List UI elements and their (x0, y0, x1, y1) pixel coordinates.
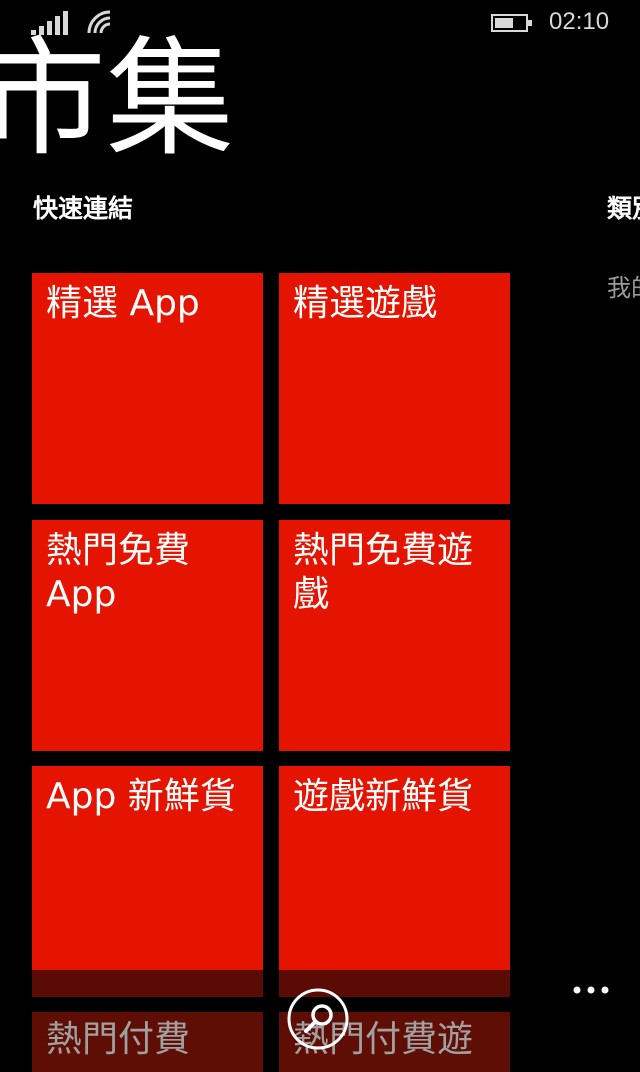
search-icon[interactable] (287, 988, 349, 1050)
more-icon[interactable] (572, 978, 612, 1002)
tile-bottom-shade (32, 970, 263, 997)
peek-item[interactable]: 我的 (607, 268, 640, 303)
tile-label: App 新鮮貨 (46, 776, 236, 817)
section-header-quick-links[interactable]: 快速連結 (33, 189, 133, 225)
tile-label: 精選遊戲 (293, 283, 438, 324)
tile-label: 熱門免費 App (46, 530, 191, 615)
tile-new-apps[interactable]: App 新鮮貨 (32, 766, 263, 970)
battery-icon (491, 14, 532, 32)
tile-label: 熱門付費 (46, 1019, 191, 1060)
tile-featured-apps[interactable]: 精選 App (32, 273, 263, 504)
tile-label: 精選 App (46, 283, 200, 324)
tile-top-free-apps[interactable]: 熱門免費 App (32, 520, 263, 751)
page-title: 市集 (0, 25, 235, 174)
tile-top-paid-apps[interactable]: 熱門付費 (32, 1012, 263, 1072)
section-header-categories[interactable]: 類別 (607, 189, 640, 225)
tile-label: 遊戲新鮮貨 (293, 776, 474, 817)
tile-featured-games[interactable]: 精選遊戲 (279, 273, 510, 504)
clock: 02:10 (549, 8, 610, 35)
tile-top-free-games[interactable]: 熱門免費遊戲 (279, 520, 510, 751)
tile-new-games[interactable]: 遊戲新鮮貨 (279, 766, 510, 970)
tile-label: 熱門免費遊戲 (293, 530, 474, 615)
